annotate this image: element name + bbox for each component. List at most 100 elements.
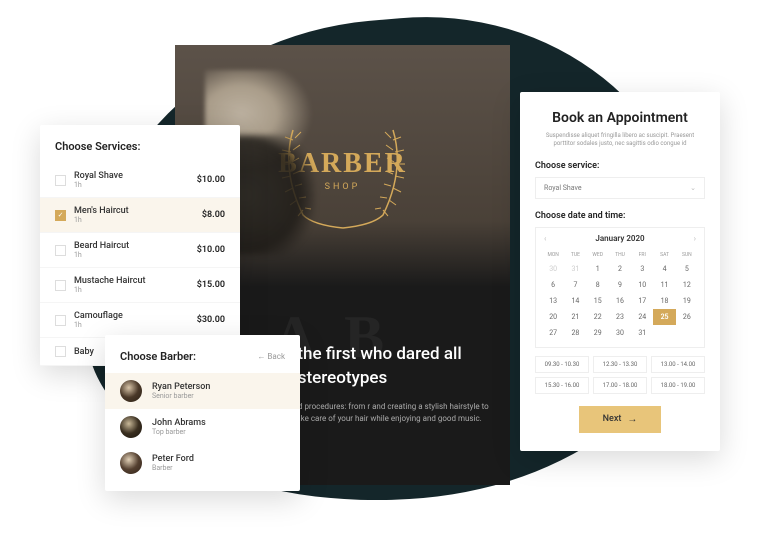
barber-row[interactable]: John AbramsTop barber [105, 409, 300, 445]
calendar-day[interactable]: 8 [587, 277, 609, 293]
checkbox-icon[interactable] [55, 175, 66, 186]
service-row[interactable]: Camouflage1h$30.00 [40, 303, 240, 338]
calendar-day[interactable]: 19 [676, 293, 698, 309]
calendar-day[interactable]: 6 [542, 277, 564, 293]
service-label: Choose service: [535, 161, 705, 171]
time-slot[interactable]: 18.00 - 19.00 [651, 377, 705, 394]
calendar-day[interactable]: 20 [542, 309, 564, 325]
calendar-day[interactable]: 18 [653, 293, 675, 309]
calendar-day[interactable]: 30 [542, 261, 564, 277]
booking-subtitle: Suspendisse aliquet fringilla libero ac … [535, 132, 705, 149]
next-button-label: Next [603, 414, 622, 424]
service-row[interactable]: ✓ Men's Haircut1h$8.00 [40, 198, 240, 233]
service-name: Men's Haircut [74, 206, 202, 216]
service-price: $10.00 [197, 245, 225, 255]
time-slot[interactable]: 09.30 - 10.30 [535, 356, 589, 373]
calendar: ‹ January 2020 › MONTUEWEDTHUFRISATSUN30… [535, 227, 705, 348]
calendar-day[interactable]: 31 [631, 325, 653, 341]
service-price: $10.00 [197, 175, 225, 185]
calendar-day[interactable]: 15 [587, 293, 609, 309]
service-duration: 1h [74, 251, 197, 259]
barber-role: Senior barber [152, 392, 210, 400]
checkbox-icon[interactable]: ✓ [55, 210, 66, 221]
service-name: Beard Haircut [74, 241, 197, 251]
calendar-day[interactable]: 27 [542, 325, 564, 341]
calendar-dow: SAT [653, 249, 675, 261]
calendar-day[interactable]: 21 [564, 309, 586, 325]
service-select[interactable]: Royal Shave ⌄ [535, 177, 705, 199]
checkbox-icon[interactable] [55, 315, 66, 326]
checkbox-icon[interactable] [55, 245, 66, 256]
service-duration: 1h [74, 321, 197, 329]
calendar-day[interactable]: 9 [609, 277, 631, 293]
checkbox-icon[interactable] [55, 280, 66, 291]
calendar-day[interactable]: 3 [631, 261, 653, 277]
calendar-day[interactable]: 29 [587, 325, 609, 341]
logo-main-text: BARBER [278, 148, 407, 180]
calendar-day[interactable]: 24 [631, 309, 653, 325]
calendar-day[interactable]: 13 [542, 293, 564, 309]
time-slot[interactable]: 17.00 - 18.00 [593, 377, 647, 394]
calendar-dow: THU [609, 249, 631, 261]
calendar-day[interactable]: 28 [564, 325, 586, 341]
calendar-day[interactable]: 4 [653, 261, 675, 277]
avatar [120, 380, 142, 402]
next-button[interactable]: Next → [579, 406, 662, 433]
service-row[interactable]: Beard Haircut1h$10.00 [40, 233, 240, 268]
services-card: Choose Services: Royal Shave1h$10.00✓Men… [40, 125, 240, 366]
chevron-down-icon: ⌄ [690, 184, 696, 192]
service-name: Royal Shave [74, 171, 197, 181]
barber-role: Barber [152, 464, 194, 472]
barber-name: Peter Ford [152, 454, 194, 464]
barber-name: John Abrams [152, 418, 206, 428]
calendar-day[interactable]: 12 [676, 277, 698, 293]
time-slot[interactable]: 15.30 - 16.00 [535, 377, 589, 394]
avatar [120, 416, 142, 438]
calendar-dow: FRI [631, 249, 653, 261]
calendar-day[interactable]: 23 [609, 309, 631, 325]
service-row[interactable]: Royal Shave1h$10.00 [40, 163, 240, 198]
calendar-day[interactable]: 25 [653, 309, 675, 325]
calendar-day[interactable]: 16 [609, 293, 631, 309]
service-price: $30.00 [197, 315, 225, 325]
avatar [120, 452, 142, 474]
time-slot[interactable]: 13.00 - 14.00 [651, 356, 705, 373]
datetime-label: Choose date and time: [535, 211, 705, 221]
barber-row[interactable]: Ryan PetersonSenior barber [105, 373, 300, 409]
booking-title: Book an Appointment [535, 110, 705, 126]
back-button[interactable]: ← Back [257, 352, 285, 361]
time-slot[interactable]: 12.30 - 13.30 [593, 356, 647, 373]
barbers-title: Choose Barber: [120, 350, 196, 363]
calendar-day[interactable]: 11 [653, 277, 675, 293]
service-row[interactable]: Mustache Haircut1h$15.00 [40, 268, 240, 303]
calendar-day[interactable]: 30 [609, 325, 631, 341]
service-duration: 1h [74, 216, 202, 224]
calendar-day[interactable]: 17 [631, 293, 653, 309]
calendar-day[interactable]: 22 [587, 309, 609, 325]
service-duration: 1h [74, 286, 197, 294]
logo-laurel: BARBER SHOP [253, 100, 433, 240]
calendar-dow: MON [542, 249, 564, 261]
calendar-day[interactable]: 14 [564, 293, 586, 309]
booking-card: Book an Appointment Suspendisse aliquet … [520, 92, 720, 451]
calendar-day[interactable]: 2 [609, 261, 631, 277]
calendar-day[interactable]: 7 [564, 277, 586, 293]
arrow-right-icon: → [627, 414, 637, 425]
calendar-dow: TUE [564, 249, 586, 261]
barbers-card: Choose Barber: ← Back Ryan PetersonSenio… [105, 335, 300, 491]
calendar-day[interactable]: 1 [587, 261, 609, 277]
service-price: $8.00 [202, 210, 225, 220]
service-name: Camouflage [74, 311, 197, 321]
service-name: Mustache Haircut [74, 276, 197, 286]
calendar-day[interactable]: 31 [564, 261, 586, 277]
calendar-prev-icon[interactable]: ‹ [542, 234, 548, 243]
calendar-day[interactable]: 5 [676, 261, 698, 277]
logo-sub-text: SHOP [278, 182, 407, 192]
calendar-day[interactable]: 10 [631, 277, 653, 293]
service-price: $15.00 [197, 280, 225, 290]
barber-row[interactable]: Peter FordBarber [105, 445, 300, 481]
calendar-next-icon[interactable]: › [692, 234, 698, 243]
calendar-day[interactable]: 26 [676, 309, 698, 325]
service-select-value: Royal Shave [544, 184, 582, 192]
checkbox-icon[interactable] [55, 346, 66, 357]
